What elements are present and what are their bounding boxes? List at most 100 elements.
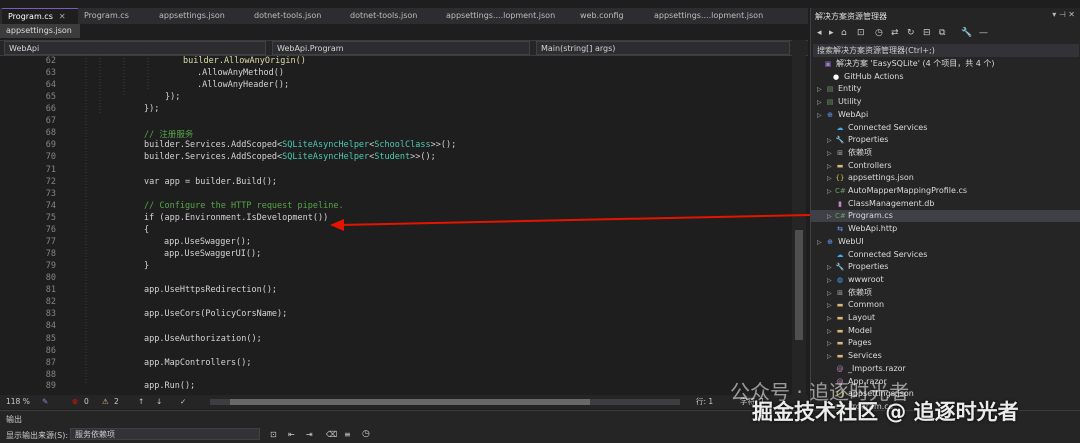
expand-arrow-icon[interactable]: ▷ [827,135,835,147]
switch-view-icon[interactable]: ⊡ [857,28,865,38]
expand-arrow-icon[interactable]: ▷ [827,262,835,274]
home-icon[interactable]: ⌂ [841,28,847,38]
tree-item[interactable]: ▷ ▤ Entity [817,83,861,95]
error-count: 0 [84,397,89,406]
zoom-level[interactable]: 118 % [6,395,30,409]
expand-arrow-icon[interactable]: ▷ [817,110,825,122]
solution-icon: ▣ [824,60,832,68]
tree-item[interactable]: ▷ C# AutoMapperMappingProfile.cs [827,185,967,197]
close-icon[interactable]: ✕ [59,12,66,21]
scrollbar-thumb[interactable] [795,230,803,340]
expand-arrow-icon[interactable]: ▷ [827,275,835,287]
next-message-icon[interactable]: ⇥ [306,430,313,439]
line-number: 74 [45,201,56,211]
show-all-files-icon[interactable]: ⧉ [939,28,945,38]
properties-wrench-icon[interactable]: 🔧 [961,28,972,38]
tree-item[interactable]: ▷ ⊕ WebApi [817,109,868,121]
arrow-down-icon[interactable]: ↓ [156,395,162,409]
tab-appsettings-development[interactable]: appsettings....lopment.json [446,8,555,24]
solution-tree[interactable]: ▣ 解决方案 'EasySQLite' (4 个项目，共 4 个) ● GitHub … [811,58,1080,411]
find-message-icon[interactable]: ⊡ [270,430,277,439]
collapse-all-icon[interactable]: ⊟ [923,28,931,38]
tree-item[interactable]: ▷ ◍ wwwroot [827,274,884,286]
expand-arrow-icon[interactable]: ▷ [827,300,835,312]
word-wrap-icon[interactable]: ≡ [344,430,351,439]
tree-item[interactable]: ▷ ▬ Model [827,325,872,337]
preview-icon[interactable]: — [979,28,988,38]
line-number: 88 [45,370,56,380]
solution-search-input[interactable]: 搜索解决方案资源管理器(Ctrl+;) [813,44,1079,57]
tree-item[interactable]: ▷ ⊕ WebUI [817,236,864,248]
code-line-63: .AllowAnyMethod() [197,68,284,78]
tree-item[interactable]: ▷ C# Program.cs [811,210,1080,223]
tree-item[interactable]: ▷ 🔧 Properties [827,134,888,146]
tree-item[interactable]: ▷ ▬ Services [827,350,882,362]
class-dropdown[interactable]: WebApi.Program [272,41,530,55]
razor-icon: @ [836,364,844,373]
expand-arrow-icon[interactable]: ▷ [817,84,825,96]
line-number: 83 [45,309,56,319]
expand-arrow-icon[interactable]: ▷ [827,351,835,363]
sync-icon[interactable]: ⇄ [891,28,899,38]
tab-appsettings-development-2[interactable]: appsettings....lopment.json [654,8,763,24]
intellicode-icon[interactable]: ✎ [42,395,48,409]
tree-item[interactable]: ▷ ▤ Utility [817,96,862,108]
expand-arrow-icon[interactable]: ▷ [827,148,835,160]
arrow-up-icon[interactable]: ↑ [138,395,144,409]
expand-arrow-icon[interactable]: ▷ [827,288,835,300]
project-dropdown[interactable]: WebApi [4,41,266,55]
pending-changes-icon[interactable]: ◷ [875,28,883,38]
annotation-arrow [330,214,811,231]
warning-icon[interactable]: ⚠ [102,395,109,409]
tab-appsettings[interactable]: appsettings.json [159,8,225,24]
tree-item[interactable]: @ _Imports.razor [827,363,906,375]
tree-item[interactable]: ☁ Connected Services [827,122,928,134]
expand-arrow-icon[interactable]: ▷ [827,313,835,325]
expand-arrow-icon[interactable]: ▷ [827,186,835,198]
prev-message-icon[interactable]: ⇤ [288,430,295,439]
cleanup-icon[interactable]: ✓ [180,395,186,409]
expand-arrow-icon[interactable]: ▷ [817,237,825,249]
tree-item[interactable]: ▷ 🔧 Properties [827,261,888,273]
error-icon[interactable]: ⊗ [72,395,78,409]
tab-appsettings-row2[interactable]: appsettings.json [0,24,80,38]
tab-program-cs-active[interactable]: Program.cs ✕ [2,8,78,24]
horizontal-scrollbar[interactable] [210,399,680,405]
tree-item[interactable]: ☁ Connected Services [827,249,928,261]
tree-item[interactable]: ▷{} appsettings.json [827,172,914,184]
refresh-icon[interactable]: ↻ [907,28,915,38]
tree-item-label: Connected Services [848,249,928,259]
expand-arrow-icon[interactable]: ▷ [817,97,825,109]
tree-item[interactable]: ▷ ⊞ 依赖项 [827,287,872,299]
member-dropdown[interactable]: Main(string[] args) [536,41,790,55]
tree-item[interactable]: ▷ ▬ Layout [827,312,875,324]
expand-arrow-icon[interactable]: ▷ [827,338,835,350]
line-number: 89 [45,381,56,391]
tab-dotnet-tools-2[interactable]: dotnet-tools.json [350,8,417,24]
horizontal-scrollbar-thumb[interactable] [230,399,590,405]
clock-icon[interactable]: ◷ [362,429,370,439]
tab-program-cs[interactable]: Program.cs [84,8,129,24]
tree-item[interactable]: ▷ ▬ Pages [827,337,872,349]
forward-icon[interactable]: ▸ [829,28,834,38]
back-icon[interactable]: ◂ [817,28,822,38]
expand-arrow-icon[interactable]: ▷ [827,211,835,223]
output-source-label: 显示输出来源(S): [6,431,69,440]
line-number: 75 [45,213,56,223]
expand-arrow-icon[interactable]: ▷ [827,173,835,185]
tree-item-label: appsettings.json [848,173,914,183]
tab-web-config[interactable]: web.config [580,8,624,24]
expand-arrow-icon[interactable]: ▷ [827,161,835,173]
panel-window-controls[interactable]: ▾ ⊣ ✕ [1052,10,1075,19]
output-source-dropdown[interactable]: 服务依赖项 [70,428,260,440]
tree-item[interactable]: ▷ ⊞ 依赖项 [827,147,872,159]
tree-item[interactable]: ⇆ WebApi.http [827,223,897,235]
tree-item[interactable]: ▷ ▬ Common [827,299,884,311]
expand-arrow-icon[interactable]: ▷ [827,326,835,338]
tree-item[interactable]: ● GitHub Actions [823,71,904,83]
tab-dotnet-tools[interactable]: dotnet-tools.json [254,8,321,24]
tree-item[interactable]: ▮ ClassManagement.db [827,198,934,210]
clear-all-icon[interactable]: ⌫ [326,430,337,439]
tree-item[interactable]: ▣ 解决方案 'EasySQLite' (4 个项目，共 4 个) [815,58,995,70]
tree-item[interactable]: ▷ ▬ Controllers [827,160,892,172]
